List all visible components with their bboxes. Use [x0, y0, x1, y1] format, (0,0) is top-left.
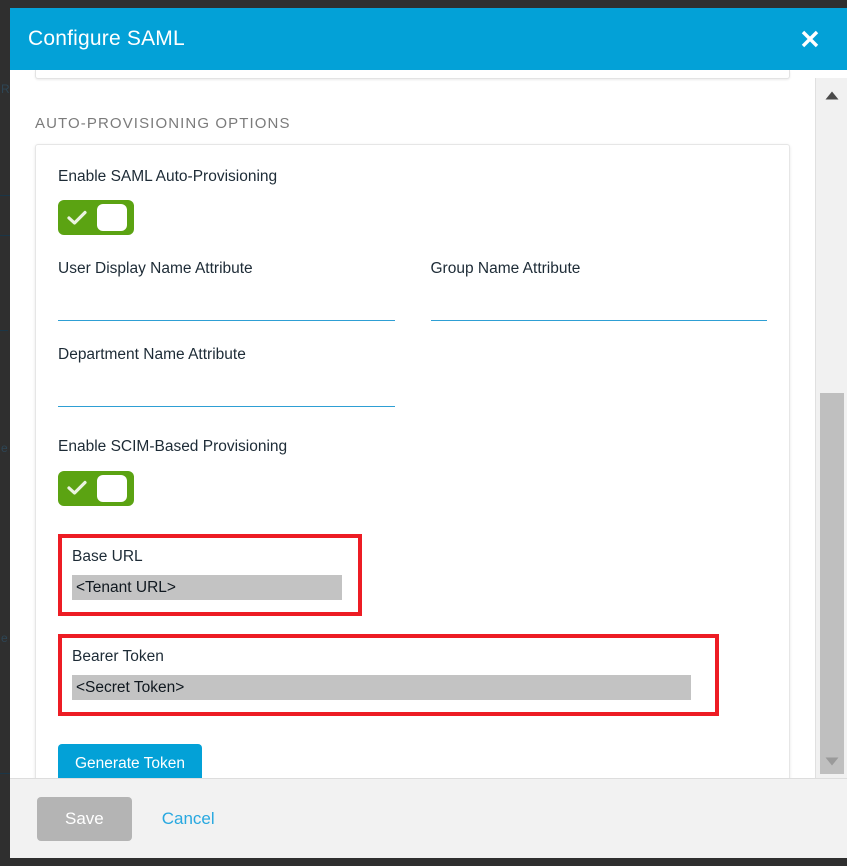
section-heading: AUTO-PROVISIONING OPTIONS	[35, 115, 815, 132]
background-rule	[0, 773, 10, 774]
attribute-row-2-spacer	[431, 345, 768, 407]
toggle-knob	[97, 204, 127, 231]
dialog-title: Configure SAML	[28, 27, 185, 51]
dialog-titlebar: Configure SAML	[10, 8, 847, 70]
page-root: R e e Configure SAML AUTO-PROVISIONING O…	[0, 0, 847, 866]
save-button[interactable]: Save	[37, 797, 132, 841]
dialog-body: AUTO-PROVISIONING OPTIONS Enable SAML Au…	[10, 70, 847, 778]
cancel-button[interactable]: Cancel	[162, 809, 215, 829]
group-name-attribute-label: Group Name Attribute	[431, 259, 768, 279]
user-display-name-attribute-field: User Display Name Attribute	[58, 259, 395, 321]
auto-provisioning-card: Enable SAML Auto-Provisioning User Displ…	[35, 144, 790, 778]
group-name-attribute-input[interactable]	[431, 287, 768, 321]
enable-saml-auto-provisioning-toggle[interactable]	[58, 200, 134, 235]
close-icon[interactable]	[793, 22, 827, 56]
toggle-knob	[97, 475, 127, 502]
user-display-name-attribute-label: User Display Name Attribute	[58, 259, 395, 279]
background-rule	[0, 330, 8, 331]
attribute-row-1: User Display Name Attribute Group Name A…	[58, 259, 767, 321]
bearer-token-highlight-box: Bearer Token <Secret Token>	[58, 634, 719, 716]
generate-token-button[interactable]: Generate Token	[58, 744, 202, 778]
user-display-name-attribute-input[interactable]	[58, 287, 395, 321]
vertical-scrollbar[interactable]	[815, 78, 847, 778]
group-name-attribute-field: Group Name Attribute	[431, 259, 768, 321]
triangle-down-icon[interactable]	[816, 750, 847, 772]
background-fragment: e	[1, 441, 8, 455]
bearer-token-label: Bearer Token	[72, 647, 705, 667]
attribute-row-2: Department Name Attribute	[58, 345, 767, 407]
background-fragment: R	[1, 82, 10, 96]
background-fragment: e	[1, 631, 8, 645]
enable-scim-provisioning-label: Enable SCIM-Based Provisioning	[58, 437, 767, 457]
previous-section-card-partial	[35, 70, 790, 79]
department-name-attribute-field: Department Name Attribute	[58, 345, 395, 407]
base-url-label: Base URL	[72, 547, 348, 567]
base-url-value[interactable]: <Tenant URL>	[72, 575, 342, 600]
dialog-footer: Save Cancel	[10, 778, 847, 858]
configure-saml-dialog: Configure SAML AUTO-PROVISIONING OPTIONS…	[10, 8, 847, 858]
scrollbar-thumb[interactable]	[820, 393, 844, 774]
check-icon	[58, 480, 96, 496]
background-rule	[0, 195, 10, 196]
enable-saml-auto-provisioning-label: Enable SAML Auto-Provisioning	[58, 167, 767, 187]
triangle-up-icon[interactable]	[816, 84, 847, 106]
bearer-token-value[interactable]: <Secret Token>	[72, 675, 691, 700]
check-icon	[58, 210, 96, 226]
background-rule	[0, 235, 10, 236]
enable-scim-provisioning-toggle[interactable]	[58, 471, 134, 506]
base-url-highlight-box: Base URL <Tenant URL>	[58, 534, 362, 616]
scroll-viewport: AUTO-PROVISIONING OPTIONS Enable SAML Au…	[10, 70, 815, 778]
department-name-attribute-input[interactable]	[58, 373, 395, 407]
department-name-attribute-label: Department Name Attribute	[58, 345, 395, 365]
